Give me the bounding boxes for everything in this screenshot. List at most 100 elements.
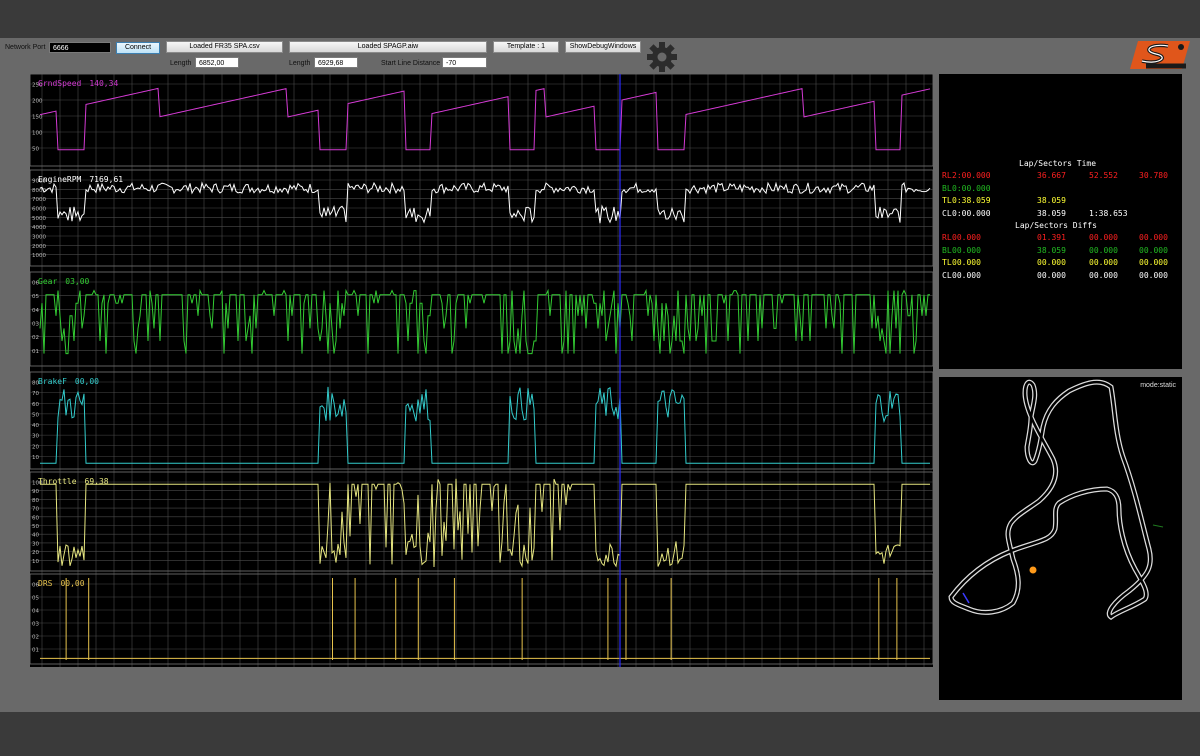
- tick-label: 03: [32, 622, 39, 628]
- lap-value: 0:00.000: [952, 208, 991, 218]
- channel-value: 69,38: [84, 477, 109, 486]
- channel-label: GrndSpeed 140,34: [38, 79, 118, 88]
- length-field-2[interactable]: 6929,68: [314, 57, 358, 68]
- tick-label: 05: [32, 596, 39, 602]
- channel-value: 00,00: [74, 377, 99, 386]
- lap-value: 00.000: [952, 233, 981, 242]
- length-label-1: Length: [170, 60, 192, 67]
- lap-value: 00.000: [1037, 258, 1066, 267]
- lap-value: 00.000: [1037, 270, 1066, 280]
- channel-label: Throttle 69,38: [38, 477, 109, 486]
- lap-value: 00.000: [1139, 233, 1168, 242]
- lap-sectors-diffs-title: Lap/Sectors Diffs: [1015, 221, 1097, 230]
- tick-label: 01: [32, 648, 39, 654]
- lap-value: 00.000: [1139, 258, 1168, 267]
- tick-label: 10: [32, 455, 39, 461]
- tick-label: 50: [32, 147, 39, 153]
- tick-label: 50: [32, 524, 39, 530]
- lap-value: 00.000: [1139, 270, 1168, 280]
- channel-value: 00,00: [60, 579, 85, 588]
- lap-value: 0:00.000: [952, 183, 991, 193]
- tick-label: 03: [32, 322, 39, 328]
- tick-label: 2000: [32, 244, 46, 250]
- tick-label: 150: [32, 115, 43, 121]
- tick-label: 70: [32, 391, 39, 397]
- track-map-panel[interactable]: mode:static: [939, 377, 1182, 700]
- tick-label: 10: [32, 559, 39, 565]
- channel-name: DRS: [38, 579, 53, 588]
- lap-value: 0:38.059: [952, 196, 991, 205]
- lap-value: 38.059: [1037, 245, 1066, 255]
- tick-label: 5000: [32, 216, 46, 222]
- lap-value: 38.059: [1037, 196, 1066, 205]
- tick-label: 02: [32, 335, 39, 341]
- channel-drs: 060504030201: [30, 573, 933, 665]
- lap-value: 36.667: [1037, 171, 1066, 180]
- tick-label: 40: [32, 533, 39, 539]
- channel-name: Gear: [38, 277, 58, 286]
- lap-value: 52.552: [1089, 171, 1118, 180]
- lap-tag: TL: [942, 196, 952, 205]
- start-line-label: Start Line Distance: [381, 60, 441, 67]
- channel-gear: 060504030201: [30, 271, 933, 367]
- tick-label: 01: [32, 349, 39, 355]
- lap-value: 00.000: [952, 270, 981, 280]
- lap-tag: RL: [942, 233, 952, 242]
- trace-grndspeed: [39, 87, 931, 151]
- lap-times-panel: Lap/Sectors Time RL 2:00.000 36.667 52.552 3…: [939, 74, 1182, 369]
- load-csv-button[interactable]: Loaded FR35 SPA.csv: [166, 41, 283, 53]
- gear-icon[interactable]: [645, 40, 679, 74]
- tick-label: 1000: [32, 253, 46, 259]
- lap-value: 00.000: [1139, 245, 1168, 255]
- lap-value: 01.391: [1037, 233, 1066, 242]
- tick-label: 6000: [32, 207, 46, 213]
- channel-name: GrndSpeed: [38, 79, 82, 88]
- car-position-marker: [1029, 566, 1037, 574]
- tick-label: 30: [32, 434, 39, 440]
- tick-label: 90: [32, 489, 39, 495]
- telemetry-plot[interactable]: 250 200 150 100 50 9000 8000 7000 6000 5000 4000 30…: [30, 74, 933, 667]
- start-line-marker: [962, 592, 970, 604]
- lap-value: 00.000: [1089, 270, 1118, 280]
- template-button[interactable]: Template : 1: [493, 41, 559, 53]
- trace-gear: [39, 288, 930, 355]
- tick-label: 100: [32, 131, 43, 137]
- simtech-logo: [1128, 39, 1192, 71]
- network-port-input[interactable]: 6666: [49, 42, 111, 53]
- network-port-label: Network Port: [5, 44, 46, 51]
- lap-value: 00.000: [952, 258, 981, 267]
- telemetry-window: Network Port 6666 Connect Loaded FR35 SP…: [0, 38, 1200, 712]
- tick-label: 60: [32, 515, 39, 521]
- sector-marker: [1152, 524, 1164, 528]
- connect-button[interactable]: Connect: [116, 42, 160, 54]
- tick-label: 04: [32, 308, 39, 314]
- channel-name: Throttle: [38, 477, 77, 486]
- lap-value: 30.780: [1139, 171, 1168, 180]
- lap-value: 38.059: [1037, 208, 1066, 218]
- channel-enginerpm: 900080007000600050004000300020001000: [30, 169, 933, 267]
- lap-sectors-time-title: Lap/Sectors Time: [1019, 159, 1097, 168]
- channel-label: DRS 00,00: [38, 579, 85, 588]
- tick-label: 200: [32, 99, 43, 105]
- start-line-input[interactable]: -70: [442, 57, 487, 68]
- tick-label: 04: [32, 609, 39, 615]
- debug-windows-button[interactable]: ShowDebugWindows: [565, 41, 641, 53]
- tick-label: 4000: [32, 225, 46, 231]
- lap-tag: BL: [942, 245, 952, 255]
- channel-value: 7169,61: [89, 175, 124, 184]
- channel-name: EngineRPM: [38, 175, 82, 184]
- length-field-1[interactable]: 6852,00: [195, 57, 239, 68]
- map-mode-label: mode:static: [1140, 382, 1176, 389]
- tick-label: 02: [32, 635, 39, 641]
- trace-brakef: [40, 386, 930, 464]
- tick-label: 80: [32, 498, 39, 504]
- tick-label: 50: [32, 412, 39, 418]
- trace-throttle: [40, 478, 930, 568]
- lap-tag: TL: [942, 258, 952, 267]
- channel-label: Gear 03,00: [38, 277, 89, 286]
- tick-label: 7000: [32, 197, 46, 203]
- tick-label: 40: [32, 423, 39, 429]
- channel-grndspeed: 25020015010050: [30, 74, 933, 167]
- load-aiw-button[interactable]: Loaded SPAGP.aiw: [289, 41, 487, 53]
- track-outline: [948, 379, 1164, 621]
